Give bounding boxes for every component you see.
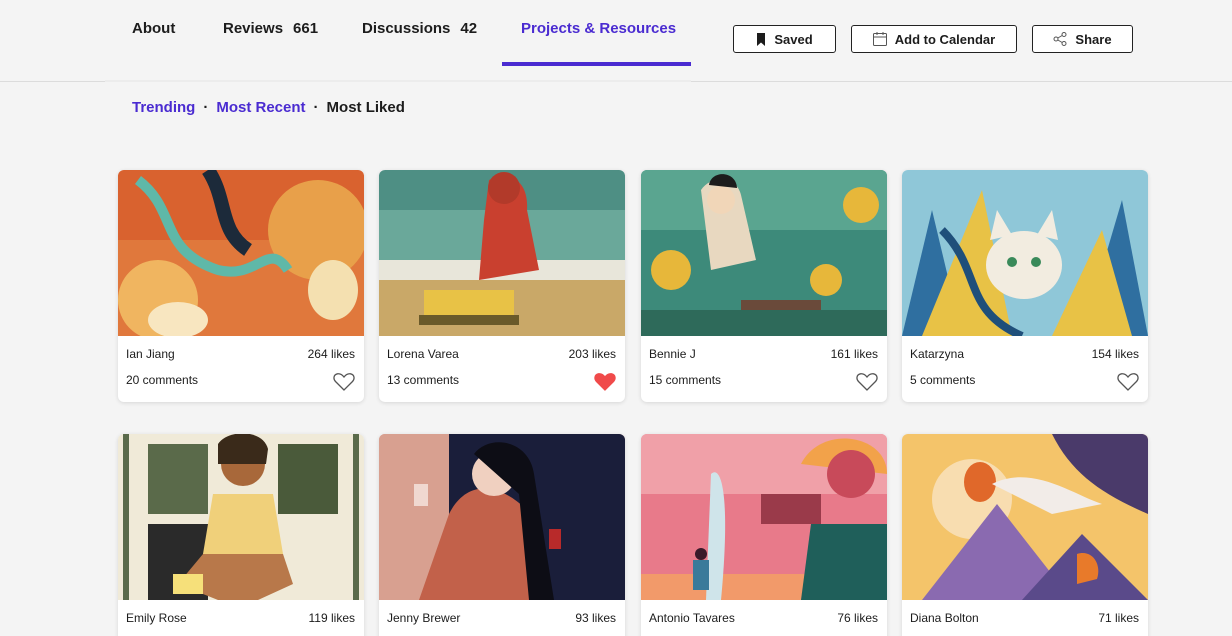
project-likes: 154 likes	[1091, 347, 1139, 361]
project-thumbnail	[379, 434, 625, 600]
share-button[interactable]: Share	[1032, 25, 1133, 53]
calendar-icon	[872, 32, 887, 46]
tab-about[interactable]: About	[132, 20, 175, 37]
project-thumbnail	[379, 170, 625, 336]
tab-reviews[interactable]: Reviews 661	[223, 20, 318, 37]
project-author: Bennie J	[649, 347, 696, 361]
share-icon	[1053, 32, 1067, 46]
filter-most-recent[interactable]: Most Recent	[216, 99, 305, 116]
separator-dot: ·	[203, 99, 209, 116]
project-author: Lorena Varea	[387, 347, 459, 361]
active-tab-indicator	[502, 62, 691, 66]
heart-icon[interactable]	[856, 372, 878, 392]
project-likes: 76 likes	[837, 611, 878, 625]
project-thumbnail	[902, 170, 1148, 336]
project-thumbnail	[641, 170, 887, 336]
add-to-calendar-button[interactable]: Add to Calendar	[851, 25, 1017, 53]
project-card[interactable]: Jenny Brewer 93 likes	[379, 434, 625, 636]
project-likes: 71 likes	[1098, 611, 1139, 625]
tab-reviews-label: Reviews	[223, 20, 284, 37]
project-likes: 203 likes	[568, 347, 616, 361]
project-card[interactable]: Lorena Varea 203 likes 13 comments	[379, 170, 625, 402]
project-comments: 20 comments	[126, 373, 199, 387]
tab-discussions[interactable]: Discussions 42	[362, 20, 477, 37]
project-thumbnail	[902, 434, 1148, 600]
project-thumbnail	[118, 170, 364, 336]
tabs-baseline	[105, 80, 691, 82]
project-likes: 161 likes	[830, 347, 878, 361]
project-card[interactable]: Antonio Tavares 76 likes	[641, 434, 887, 636]
project-comments: 13 comments	[387, 373, 460, 387]
project-card[interactable]: Diana Bolton 71 likes	[902, 434, 1148, 636]
project-likes: 119 likes	[308, 611, 355, 625]
sort-filters: Trending · Most Recent · Most Liked	[132, 99, 405, 116]
tab-discussions-label: Discussions	[362, 20, 451, 37]
project-author: Ian Jiang	[126, 347, 175, 361]
filter-most-liked[interactable]: Most Liked	[327, 99, 405, 116]
heart-icon-liked[interactable]	[594, 372, 616, 392]
project-likes: 93 likes	[575, 611, 616, 625]
heart-icon[interactable]	[333, 372, 355, 392]
tab-projects-label: Projects & Resources	[521, 20, 677, 37]
project-likes: 264 likes	[307, 347, 355, 361]
project-card[interactable]: Emily Rose 119 likes	[118, 434, 364, 636]
project-card[interactable]: Ian Jiang 264 likes 20 comments	[118, 170, 364, 402]
saved-button[interactable]: Saved	[733, 25, 836, 53]
project-author: Emily Rose	[126, 611, 187, 625]
project-author: Antonio Tavares	[649, 611, 735, 625]
discussions-count: 42	[460, 20, 478, 37]
saved-label: Saved	[774, 31, 813, 47]
project-comments: 5 comments	[910, 373, 976, 387]
project-author: Jenny Brewer	[387, 611, 461, 625]
share-label: Share	[1075, 31, 1112, 47]
top-navigation-bar: About Reviews 661 Discussions 42 Projects …	[0, 0, 1232, 82]
separator-dot: ·	[313, 99, 319, 116]
bookmark-icon	[757, 32, 766, 46]
project-thumbnail	[118, 434, 364, 600]
project-card[interactable]: Bennie J 161 likes 15 comments	[641, 170, 887, 402]
project-comments: 15 comments	[649, 373, 722, 387]
project-author: Diana Bolton	[910, 611, 979, 625]
tab-projects-resources[interactable]: Projects & Resources	[521, 20, 676, 37]
calendar-label: Add to Calendar	[894, 31, 996, 47]
reviews-count: 661	[293, 20, 319, 37]
filter-trending[interactable]: Trending	[132, 99, 195, 116]
project-card[interactable]: Katarzyna 154 likes 5 comments	[902, 170, 1148, 402]
project-author: Katarzyna	[910, 347, 965, 361]
project-thumbnail	[641, 434, 887, 600]
heart-icon[interactable]	[1117, 372, 1139, 392]
tab-about-label: About	[132, 20, 176, 37]
